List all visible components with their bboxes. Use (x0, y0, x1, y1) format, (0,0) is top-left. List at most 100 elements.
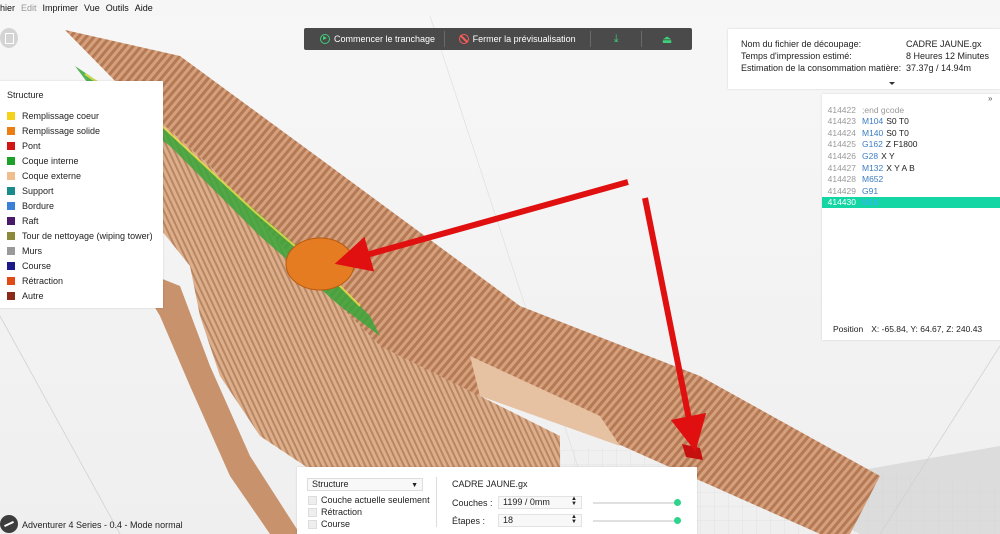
ban-icon (458, 34, 469, 44)
layers-spinbox[interactable]: 1199 / 0mm ▲ ▼ (498, 496, 582, 509)
gcode-line-number: 414428 (827, 174, 856, 185)
legend-label: Autre (22, 291, 44, 301)
legend-item: Coque interne (7, 155, 79, 167)
steps-label: Étapes : (452, 516, 486, 526)
legend-swatch (7, 247, 15, 255)
position-readout: Position X: -65.84, Y: 64.67, Z: 240.43 (833, 324, 982, 334)
menu-tools[interactable]: Outils (106, 3, 129, 13)
chevron-down-icon[interactable] (889, 82, 895, 85)
preview-toolbar: Commencer le tranchage Fermer la prévisu… (304, 28, 692, 50)
gcode-command: G28 (862, 150, 879, 161)
legend-item: Tour de nettoyage (wiping tower) (7, 230, 153, 242)
steps-slider[interactable] (593, 517, 681, 524)
info-material-label: Estimation de la consommation matière: (741, 63, 902, 73)
legend-label: Tour de nettoyage (wiping tower) (22, 231, 153, 241)
send-print-button[interactable]: ⏏ (642, 28, 692, 50)
layers-label: Couches : (452, 498, 493, 508)
gcode-command: M652 (862, 174, 884, 185)
legend-label: Remplissage coeur (22, 111, 100, 121)
legend-swatch (7, 142, 15, 150)
legend-item: Remplissage coeur (7, 110, 99, 122)
legend-item: Coque externe (7, 170, 81, 182)
printer-icon[interactable] (0, 515, 18, 533)
legend-label: Pont (22, 141, 41, 151)
steps-slider-handle[interactable] (674, 517, 681, 524)
view-type-value: Structure (312, 479, 349, 489)
legend-swatch (7, 172, 15, 180)
legend-title: Structure (7, 90, 44, 100)
gcode-line[interactable]: 414427 M132 X Y A B (822, 162, 1000, 173)
menu-help[interactable]: Aide (135, 3, 153, 13)
gcode-command: G162 (862, 139, 883, 150)
position-label: Position (833, 324, 864, 334)
checkbox-label: Couche actuelle seulement (321, 495, 430, 505)
guide-line (0, 315, 121, 534)
legend-item: Murs (7, 245, 42, 257)
legend-item: Course (7, 260, 51, 272)
view-type-select[interactable]: Structure ▼ (307, 478, 423, 491)
export-button[interactable]: ⤓ (591, 28, 641, 50)
legend-label: Rétraction (22, 276, 64, 286)
layers-slider-handle[interactable] (674, 499, 681, 506)
legend-item: Rétraction (7, 275, 63, 287)
gcode-command: M18 (862, 197, 879, 208)
legend-label: Support (22, 186, 54, 196)
gcode-line[interactable]: 414429 G91 (822, 185, 1000, 196)
gcode-params: X Y (881, 150, 895, 161)
download-icon: ⤓ (613, 32, 619, 45)
legend-item: Support (7, 185, 54, 197)
legend-label: Raft (22, 216, 39, 226)
menu-view[interactable]: Vue (84, 3, 100, 13)
gcode-params: S0 T0 (886, 127, 909, 138)
gcode-line[interactable]: 414430 M18 (822, 196, 1000, 208)
gcode-line[interactable]: 414422 ;end gcode (822, 104, 1000, 115)
checkbox-box[interactable] (308, 495, 317, 505)
legend-swatch (7, 187, 15, 195)
gcode-line[interactable]: 414424 M140 S0 T0 (822, 127, 1000, 138)
start-slicing-button[interactable]: Commencer le tranchage (304, 28, 444, 50)
gcode-line-number: 414425 (827, 139, 856, 150)
legend-item: Raft (7, 215, 39, 227)
slice-info-panel: Nom du fichier de découpage: CADRE JAUNE… (728, 29, 1000, 89)
close-preview-label: Fermer la prévisualisation (472, 34, 576, 44)
legend-label: Coque externe (22, 171, 82, 181)
gcode-command: M140 (862, 127, 884, 138)
gcode-params: Z F1800 (885, 139, 918, 150)
checkbox-travel[interactable]: Course (308, 519, 350, 529)
collapse-panel-button[interactable]: » (988, 94, 992, 103)
close-preview-button[interactable]: Fermer la prévisualisation (445, 28, 591, 50)
checkbox-current-layer[interactable]: Couche actuelle seulement (308, 495, 430, 505)
gcode-command: M132 (862, 162, 884, 173)
legend-item: Pont (7, 140, 41, 152)
checkbox-retraction[interactable]: Rétraction (308, 507, 362, 517)
menu-file[interactable]: hier (0, 3, 15, 13)
gcode-line[interactable]: 414428 M652 (822, 174, 1000, 185)
checkbox-box[interactable] (308, 507, 317, 517)
info-time-label: Temps d'impression estimé: (741, 51, 852, 61)
play-circle-icon (320, 34, 330, 44)
info-file-label: Nom du fichier de découpage: (741, 39, 862, 49)
legend-item: Remplissage solide (7, 125, 100, 137)
position-value: X: -65.84, Y: 64.67, Z: 240.43 (871, 324, 983, 334)
legend-swatch (7, 277, 15, 285)
checkbox-box[interactable] (308, 519, 317, 529)
menu-edit[interactable]: Edit (21, 3, 37, 13)
gcode-line[interactable]: 414423 M104 S0 T0 (822, 116, 1000, 127)
gcode-params: X Y A B (886, 162, 915, 173)
gcode-line[interactable]: 414425 G162 Z F1800 (822, 139, 1000, 150)
panel-divider (436, 477, 437, 527)
gcode-line[interactable]: 414426 G28 X Y (822, 150, 1000, 161)
gcode-line-number: 414427 (827, 162, 856, 173)
spin-arrows-icon[interactable]: ▲ ▼ (571, 496, 577, 507)
legend-swatch (7, 292, 15, 300)
menu-print[interactable]: Imprimer (43, 3, 79, 13)
menu-bar: hier Edit Imprimer Vue Outils Aide (0, 0, 1000, 16)
layers-slider[interactable] (593, 499, 681, 506)
gcode-line-number: 414429 (827, 185, 856, 196)
spin-arrows-icon[interactable]: ▲ ▼ (571, 514, 577, 525)
legend-swatch (7, 112, 15, 120)
legend-swatch (7, 217, 15, 225)
steps-spinbox[interactable]: 18 ▲ ▼ (498, 514, 582, 527)
document-icon[interactable] (0, 28, 18, 48)
legend-label: Remplissage solide (22, 126, 101, 136)
